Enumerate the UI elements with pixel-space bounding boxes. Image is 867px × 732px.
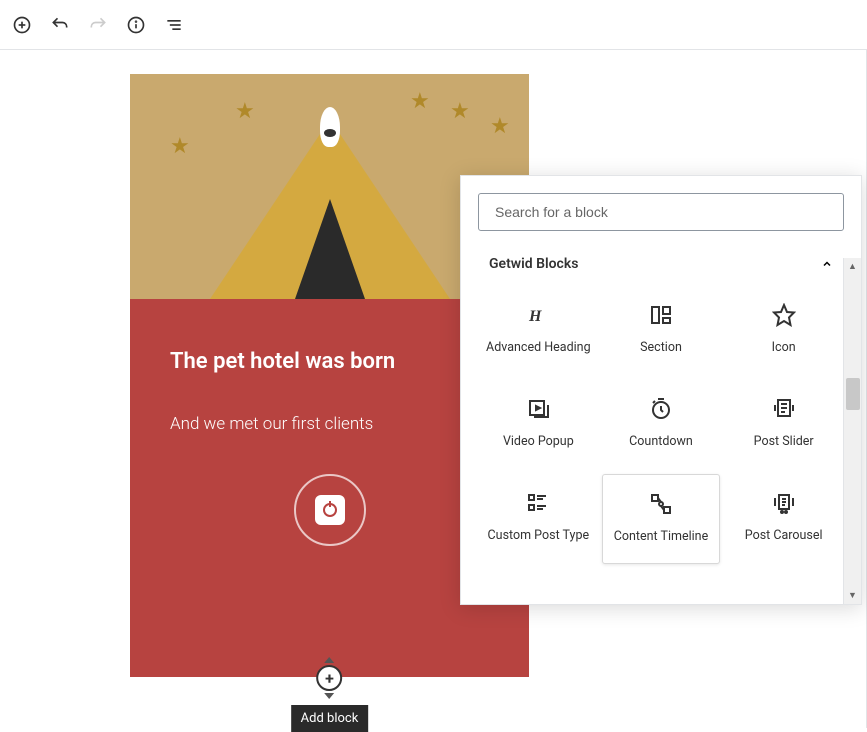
- custom-post-type-icon: [526, 488, 550, 518]
- add-block-button[interactable]: +: [316, 665, 342, 691]
- countdown-icon: [649, 394, 673, 424]
- block-post-carousel[interactable]: Post Carousel: [724, 474, 843, 564]
- section-icon: [649, 300, 673, 330]
- advanced-heading-icon: H: [526, 300, 550, 330]
- block-section[interactable]: Section: [602, 286, 721, 376]
- block-content-timeline[interactable]: Content Timeline: [602, 474, 721, 564]
- undo-icon[interactable]: [48, 13, 72, 37]
- add-block-icon[interactable]: [10, 13, 34, 37]
- timer-icon: [294, 474, 366, 546]
- block-subtitle[interactable]: And we met our first clients: [170, 414, 489, 434]
- editor-toolbar: [0, 0, 867, 50]
- outline-icon[interactable]: [162, 13, 186, 37]
- category-title: Getwid Blocks: [489, 256, 578, 272]
- scroll-up-icon[interactable]: ▲: [844, 258, 861, 275]
- scrollbar-thumb[interactable]: [846, 378, 860, 410]
- block-video-popup[interactable]: Video Popup: [479, 380, 598, 470]
- category-header[interactable]: Getwid Blocks: [461, 248, 861, 286]
- star-icon: [772, 300, 796, 330]
- chevron-up-icon: [821, 258, 833, 270]
- content-timeline-icon: [649, 489, 673, 519]
- search-input[interactable]: [478, 193, 844, 231]
- redo-icon[interactable]: [86, 13, 110, 37]
- info-icon[interactable]: [124, 13, 148, 37]
- post-slider-icon: [772, 394, 796, 424]
- block-countdown[interactable]: Countdown: [602, 380, 721, 470]
- block-custom-post-type[interactable]: Custom Post Type: [479, 474, 598, 564]
- caret-down-icon: [324, 693, 334, 699]
- post-carousel-icon: [772, 488, 796, 518]
- scrollbar[interactable]: ▲ ▼: [843, 258, 861, 604]
- block-title[interactable]: The pet hotel was born: [170, 349, 489, 374]
- add-block-control: + Add block: [291, 657, 369, 732]
- svg-text:H: H: [528, 308, 542, 325]
- caret-up-icon: [324, 657, 334, 663]
- block-inserter-panel: Getwid Blocks H Advanced Heading Section…: [460, 175, 862, 605]
- block-post-slider[interactable]: Post Slider: [724, 380, 843, 470]
- block-grid: H Advanced Heading Section Icon Video Po…: [461, 286, 861, 564]
- video-popup-icon: [526, 394, 550, 424]
- scroll-down-icon[interactable]: ▼: [844, 587, 861, 604]
- block-advanced-heading[interactable]: H Advanced Heading: [479, 286, 598, 376]
- block-icon-block[interactable]: Icon: [724, 286, 843, 376]
